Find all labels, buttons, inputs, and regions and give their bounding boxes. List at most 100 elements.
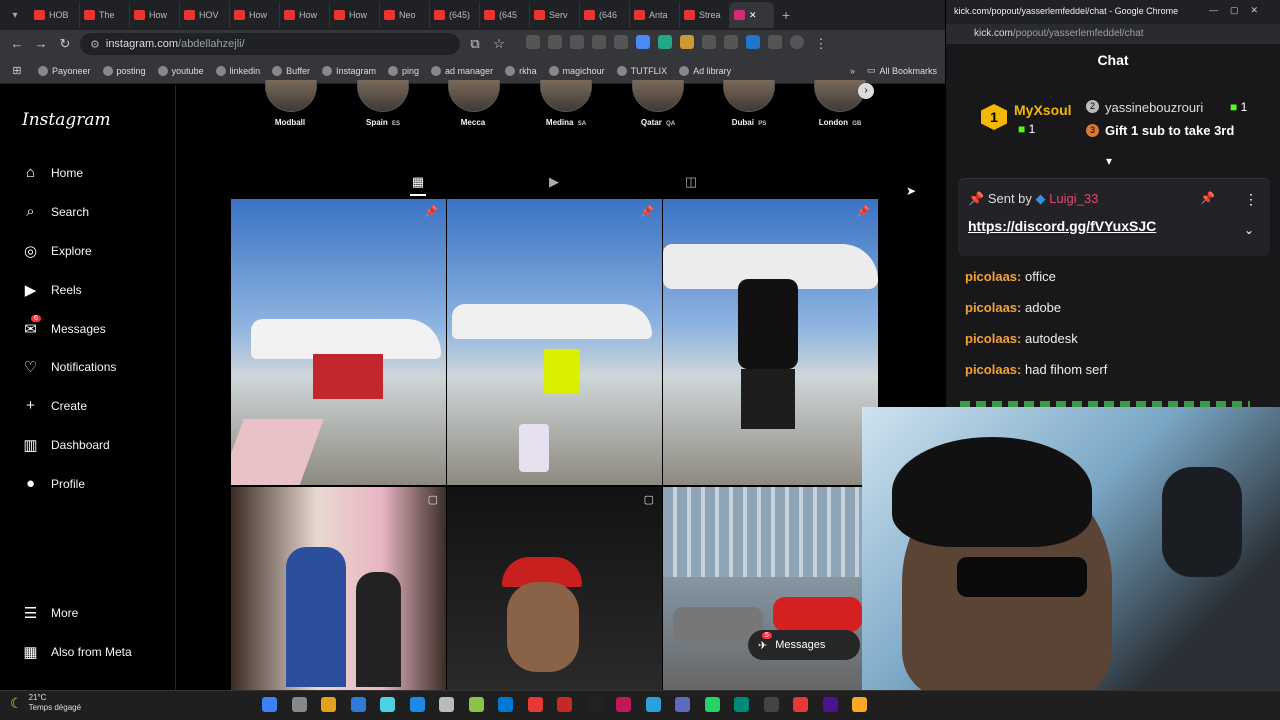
taskbar-app-icon[interactable] xyxy=(734,697,749,712)
post-friends-room[interactable]: ▢ xyxy=(231,487,446,690)
chat-username[interactable]: picolaas: xyxy=(965,331,1021,346)
taskbar-app-icon[interactable] xyxy=(675,697,690,712)
extension-icon[interactable] xyxy=(548,35,562,49)
browser-tab[interactable]: Serv xyxy=(530,2,580,28)
bookmark-item[interactable]: youtube xyxy=(157,65,204,76)
bookmark-item[interactable]: Payoneer xyxy=(38,65,91,76)
bookmark-item[interactable]: posting xyxy=(102,65,146,76)
highlights-next-button[interactable]: › xyxy=(858,83,874,99)
chat-url-bar[interactable]: kick.com/popout/yasserlemfeddel/chat xyxy=(946,24,1280,44)
avatar-icon[interactable] xyxy=(790,35,804,49)
bookmark-item[interactable]: Buffer xyxy=(272,65,310,76)
kebab-menu-icon[interactable]: ⋮ xyxy=(812,35,830,53)
apps-icon[interactable]: ⊞ xyxy=(8,62,26,80)
story-highlight[interactable]: Modball xyxy=(259,80,323,127)
taskbar-app-icon[interactable] xyxy=(616,697,631,712)
weather-widget[interactable]: ☾ 21°C Temps dégagé xyxy=(10,693,81,713)
nav-reels[interactable]: ▶ Reels xyxy=(22,281,82,299)
story-highlight[interactable]: Mecca xyxy=(442,80,506,127)
taskbar-app-icon[interactable] xyxy=(645,697,661,712)
browser-tab[interactable]: Strea xyxy=(680,2,730,28)
post-jet-flag[interactable]: 📌 xyxy=(231,199,446,485)
collapse-handle-icon[interactable]: ▾ xyxy=(1106,154,1112,168)
instagram-logo[interactable]: Instagram xyxy=(22,110,111,130)
browser-tab[interactable]: The xyxy=(80,2,130,28)
bookmark-item[interactable]: ad manager xyxy=(431,65,493,76)
taskbar-app-icon[interactable] xyxy=(822,697,838,712)
chat-username[interactable]: picolaas: xyxy=(965,269,1021,284)
bookmark-item[interactable]: magichour xyxy=(548,65,605,76)
extension-icon[interactable] xyxy=(680,35,694,49)
pinned-link[interactable]: https://discord.gg/fVYuxSJC xyxy=(968,218,1156,234)
story-highlight[interactable]: Dubai PS xyxy=(717,80,781,127)
taskbar-app-icon[interactable] xyxy=(793,697,808,712)
pinned-user[interactable]: Luigi_33 xyxy=(1049,191,1098,206)
gift-sub-button[interactable]: Gift 1 sub to take 3rd xyxy=(1105,123,1234,138)
post-jet-yellow-shirt[interactable]: 📌 xyxy=(447,199,662,485)
tagged-icon[interactable]: ◫ xyxy=(683,174,699,190)
nav-dashboard[interactable]: ▥ Dashboard xyxy=(22,436,109,454)
post-podcast[interactable]: ▢ xyxy=(447,487,662,690)
taskbar-app-icon[interactable] xyxy=(852,697,867,712)
active-tab[interactable]: ✕ xyxy=(730,2,774,28)
post-jet-givenchy[interactable]: 📌 xyxy=(663,199,878,485)
taskbar-app-icon[interactable] xyxy=(409,697,425,712)
story-highlight[interactable]: Medina SA xyxy=(534,80,598,127)
back-icon[interactable]: ← xyxy=(8,35,26,53)
browser-tab[interactable]: HOB xyxy=(30,2,80,28)
nav-home[interactable]: ⌂ Home xyxy=(22,164,83,181)
bookmark-item[interactable]: TUTFLIX xyxy=(616,65,667,76)
pin-toggle-icon[interactable]: 📌 xyxy=(1200,191,1215,205)
reels-tab-icon[interactable]: ▶ xyxy=(546,174,562,190)
puzzle-icon[interactable] xyxy=(768,35,782,49)
taskbar-app-icon[interactable] xyxy=(498,697,513,712)
taskbar-app-icon[interactable] xyxy=(468,697,484,712)
extension-icon[interactable] xyxy=(526,35,540,49)
taskbar-app-icon[interactable] xyxy=(763,697,779,712)
browser-tab[interactable]: How xyxy=(130,2,180,28)
bookmarks-overflow-icon[interactable]: » xyxy=(850,66,855,76)
taskbar-app-icon[interactable] xyxy=(527,697,543,712)
grid-icon[interactable]: ▦ xyxy=(410,174,426,196)
reload-icon[interactable]: ↻ xyxy=(56,35,74,53)
taskbar-app-icon[interactable] xyxy=(557,697,572,712)
taskbar-app-icon[interactable] xyxy=(291,697,307,712)
nav-search[interactable]: ⌕ Search xyxy=(22,203,89,220)
tab-search-button[interactable]: ▾ xyxy=(0,10,30,21)
extension-icon[interactable] xyxy=(614,35,628,49)
kebab-menu-icon[interactable]: ⋮ xyxy=(1244,191,1258,208)
forward-icon[interactable]: → xyxy=(32,35,50,53)
chat-username[interactable]: picolaas: xyxy=(965,300,1021,315)
extension-icon[interactable] xyxy=(702,35,716,49)
taskbar-app-icon[interactable] xyxy=(439,697,454,712)
story-highlight[interactable]: Qatar QA xyxy=(626,80,690,127)
taskbar-app-icon[interactable] xyxy=(350,697,366,712)
new-tab-button[interactable]: + xyxy=(782,7,790,23)
taskbar-app-icon[interactable] xyxy=(321,697,336,712)
browser-tab[interactable]: How xyxy=(230,2,280,28)
close-icon[interactable]: ✕ xyxy=(749,10,757,21)
taskbar-app-icon[interactable] xyxy=(704,697,720,712)
chat-username[interactable]: picolaas: xyxy=(965,362,1021,377)
window-controls[interactable]: —▢✕ xyxy=(1209,5,1270,16)
extension-icon[interactable] xyxy=(746,35,760,49)
site-info-icon[interactable]: ⚙ xyxy=(90,38,100,51)
bookmark-item[interactable]: ping xyxy=(388,65,419,76)
bookmark-item[interactable]: rkha xyxy=(505,65,537,76)
browser-tab[interactable]: (645) xyxy=(430,2,480,28)
more-button[interactable]: ☰ More xyxy=(22,604,79,622)
bookmark-item[interactable]: Instagram xyxy=(321,65,376,76)
all-bookmarks[interactable]: ▭ All Bookmarks xyxy=(867,65,937,76)
extension-icon[interactable] xyxy=(636,35,650,49)
nav-notifications[interactable]: ♡ Notifications xyxy=(22,358,117,376)
nav-messages[interactable]: ✉ 6 Messages xyxy=(22,315,106,338)
extension-icon[interactable] xyxy=(592,35,606,49)
browser-tab[interactable]: Anta xyxy=(630,2,680,28)
second-place-user[interactable]: yassinebouzrouri xyxy=(1105,100,1203,115)
bookmark-item[interactable]: Ad library xyxy=(679,65,731,76)
also-from-meta-button[interactable]: ▦ Also from Meta xyxy=(22,643,131,661)
browser-tab[interactable]: HOV xyxy=(180,2,230,28)
messages-bubble[interactable]: ✈ Messages 5 xyxy=(748,630,860,660)
bookmark-item[interactable]: linkedin xyxy=(215,65,260,76)
browser-tab[interactable]: Neo xyxy=(380,2,430,28)
